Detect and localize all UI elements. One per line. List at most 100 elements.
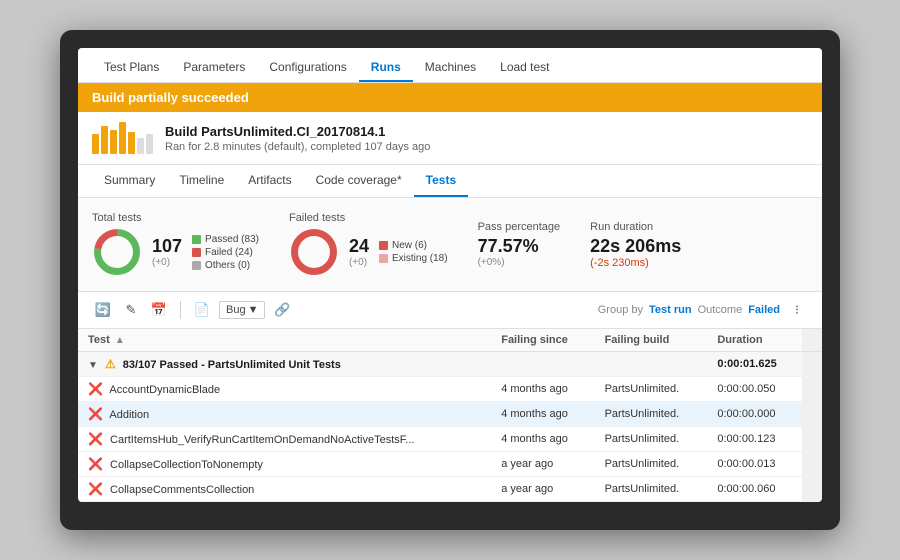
test-name: ❌ CollapseCommentsCollection (78, 477, 491, 502)
scroll-cell (802, 477, 822, 502)
nav-tab-machines[interactable]: Machines (413, 54, 488, 82)
failing-build: PartsUnlimited. (595, 452, 708, 477)
nav-tab-load-test[interactable]: Load test (488, 54, 561, 82)
stats-row: Total tests (78, 198, 822, 292)
legend-existing: Existing (18) (379, 253, 448, 264)
build-bar (146, 134, 153, 154)
total-tests-number: 107 (152, 236, 182, 257)
th-duration: Duration (707, 329, 802, 352)
th-failing-since: Failing since (491, 329, 594, 352)
bug-button[interactable]: Bug ▼ (219, 301, 265, 319)
failed-donut-svg (289, 227, 339, 277)
build-bar (137, 138, 144, 154)
donut-svg (92, 227, 142, 277)
table-row[interactable]: ❌ CollapseCollectionToNonempty a year ag… (78, 452, 822, 477)
sort-icon: ▲ (115, 335, 125, 346)
total-tests-stat: 107 (+0) Passed (83) Failed (24) (92, 227, 259, 277)
build-bar (128, 132, 135, 154)
failing-since: a year ago (491, 452, 594, 477)
build-bar (110, 130, 117, 154)
failed-tests-label: Failed tests (289, 212, 448, 224)
table-row[interactable]: ❌ Addition 4 months ago PartsUnlimited. … (78, 402, 822, 427)
edit-icon[interactable]: ✎ (120, 299, 142, 321)
table-row[interactable]: ❌ CartItemsHub_VerifyRunCartItemOnDemand… (78, 427, 822, 452)
sub-tab-summary[interactable]: Summary (92, 165, 167, 197)
th-test[interactable]: Test ▲ (78, 329, 491, 352)
test-name-label: CartItemsHub_VerifyRunCartItemOnDemandNo… (110, 434, 414, 446)
total-tests-donut (92, 227, 142, 277)
test-table-container: Test ▲ Failing since Failing build Durat… (78, 329, 822, 502)
legend-dot-existing (379, 254, 388, 263)
failed-tests-stat: 24 (+0) New (6) Existing (18) (289, 227, 448, 277)
outcome-label: Outcome (698, 304, 743, 316)
failed-tests-block: Failed tests 24 (+0) (289, 212, 448, 277)
nav-tab-test-plans[interactable]: Test Plans (92, 54, 171, 82)
sub-nav: Summary Timeline Artifacts Code coverage… (78, 165, 822, 198)
failed-legend: New (6) Existing (18) (379, 240, 448, 264)
error-icon: ❌ (88, 482, 103, 496)
test-name: ❌ Addition (78, 402, 491, 427)
warn-icon: ⚠ (105, 357, 116, 371)
failing-since: 4 months ago (491, 402, 594, 427)
duration: 0:00:00.000 (707, 402, 802, 427)
pass-percentage-block: Pass percentage 77.57% (+0%) (478, 221, 561, 268)
columns-icon[interactable]: ⁝ (786, 299, 808, 321)
link-icon[interactable]: 🔗 (271, 299, 293, 321)
group-label: ▼ ⚠ 83/107 Passed - PartsUnlimited Unit … (78, 352, 707, 377)
toolbar-right: Group by Test run Outcome Failed ⁝ (598, 299, 808, 321)
build-bar (92, 134, 99, 154)
sub-tab-timeline[interactable]: Timeline (167, 165, 236, 197)
legend-label-failed: Failed (24) (205, 247, 253, 258)
failing-since: a year ago (491, 477, 594, 502)
table-header-row: Test ▲ Failing since Failing build Durat… (78, 329, 822, 352)
laptop-frame: Test Plans Parameters Configurations Run… (60, 30, 840, 530)
sub-tab-tests[interactable]: Tests (414, 165, 468, 197)
test-name-label: CollapseCommentsCollection (110, 484, 254, 496)
table-row[interactable]: ❌ CollapseCommentsCollection a year ago … (78, 477, 822, 502)
nav-tab-runs[interactable]: Runs (359, 54, 413, 82)
pass-pct-sub: (+0%) (478, 257, 561, 268)
total-tests-sub: (+0) (152, 257, 182, 268)
toolbar-row: 🔄 ✎ 📅 📄 Bug ▼ 🔗 Group by Test run Outcom… (78, 292, 822, 329)
chevron-down-icon: ▼ (88, 360, 98, 371)
group-by-label: Group by (598, 304, 643, 316)
test-name-label: Addition (109, 409, 149, 421)
copy-icon[interactable]: 🔄 (92, 299, 114, 321)
build-info-row: Build PartsUnlimited.CI_20170814.1 Ran f… (78, 112, 822, 165)
group-by-value[interactable]: Test run (649, 304, 692, 316)
legend-dot-others (192, 261, 201, 270)
outcome-value[interactable]: Failed (748, 304, 780, 316)
total-tests-block: Total tests (92, 212, 259, 277)
failing-build: PartsUnlimited. (595, 477, 708, 502)
test-table: Test ▲ Failing since Failing build Durat… (78, 329, 822, 502)
build-banner: Build partially succeeded (78, 83, 822, 112)
failed-tests-donut (289, 227, 339, 277)
calendar-icon[interactable]: 📅 (148, 299, 170, 321)
bug-label: Bug (226, 304, 246, 316)
nav-tab-configurations[interactable]: Configurations (257, 54, 358, 82)
file-icon[interactable]: 📄 (191, 299, 213, 321)
legend-new: New (6) (379, 240, 448, 251)
error-icon: ❌ (88, 407, 103, 421)
legend-label-others: Others (0) (205, 260, 250, 271)
failing-since: 4 months ago (491, 427, 594, 452)
legend-dot-failed (192, 248, 201, 257)
sub-tab-code-coverage[interactable]: Code coverage* (304, 165, 414, 197)
failed-tests-number: 24 (349, 236, 369, 257)
scroll-cell (802, 427, 822, 452)
failed-tests-sub: (+0) (349, 257, 369, 268)
legend-dot-passed (192, 235, 201, 244)
table-row[interactable]: ❌ AccountDynamicBlade 4 months ago Parts… (78, 377, 822, 402)
legend-label-existing: Existing (18) (392, 253, 448, 264)
run-duration-sub: (-2s 230ms) (590, 257, 681, 269)
sub-tab-artifacts[interactable]: Artifacts (236, 165, 303, 197)
run-duration-number: 22s 206ms (590, 236, 681, 257)
group-row-label: 83/107 Passed - PartsUnlimited Unit Test… (123, 359, 341, 371)
group-scroll-cell (802, 352, 822, 377)
scroll-cell (802, 452, 822, 477)
build-bar (101, 126, 108, 154)
pass-pct-label: Pass percentage (478, 221, 561, 233)
build-bar (119, 122, 126, 154)
nav-tab-parameters[interactable]: Parameters (171, 54, 257, 82)
scroll-cell (802, 377, 822, 402)
